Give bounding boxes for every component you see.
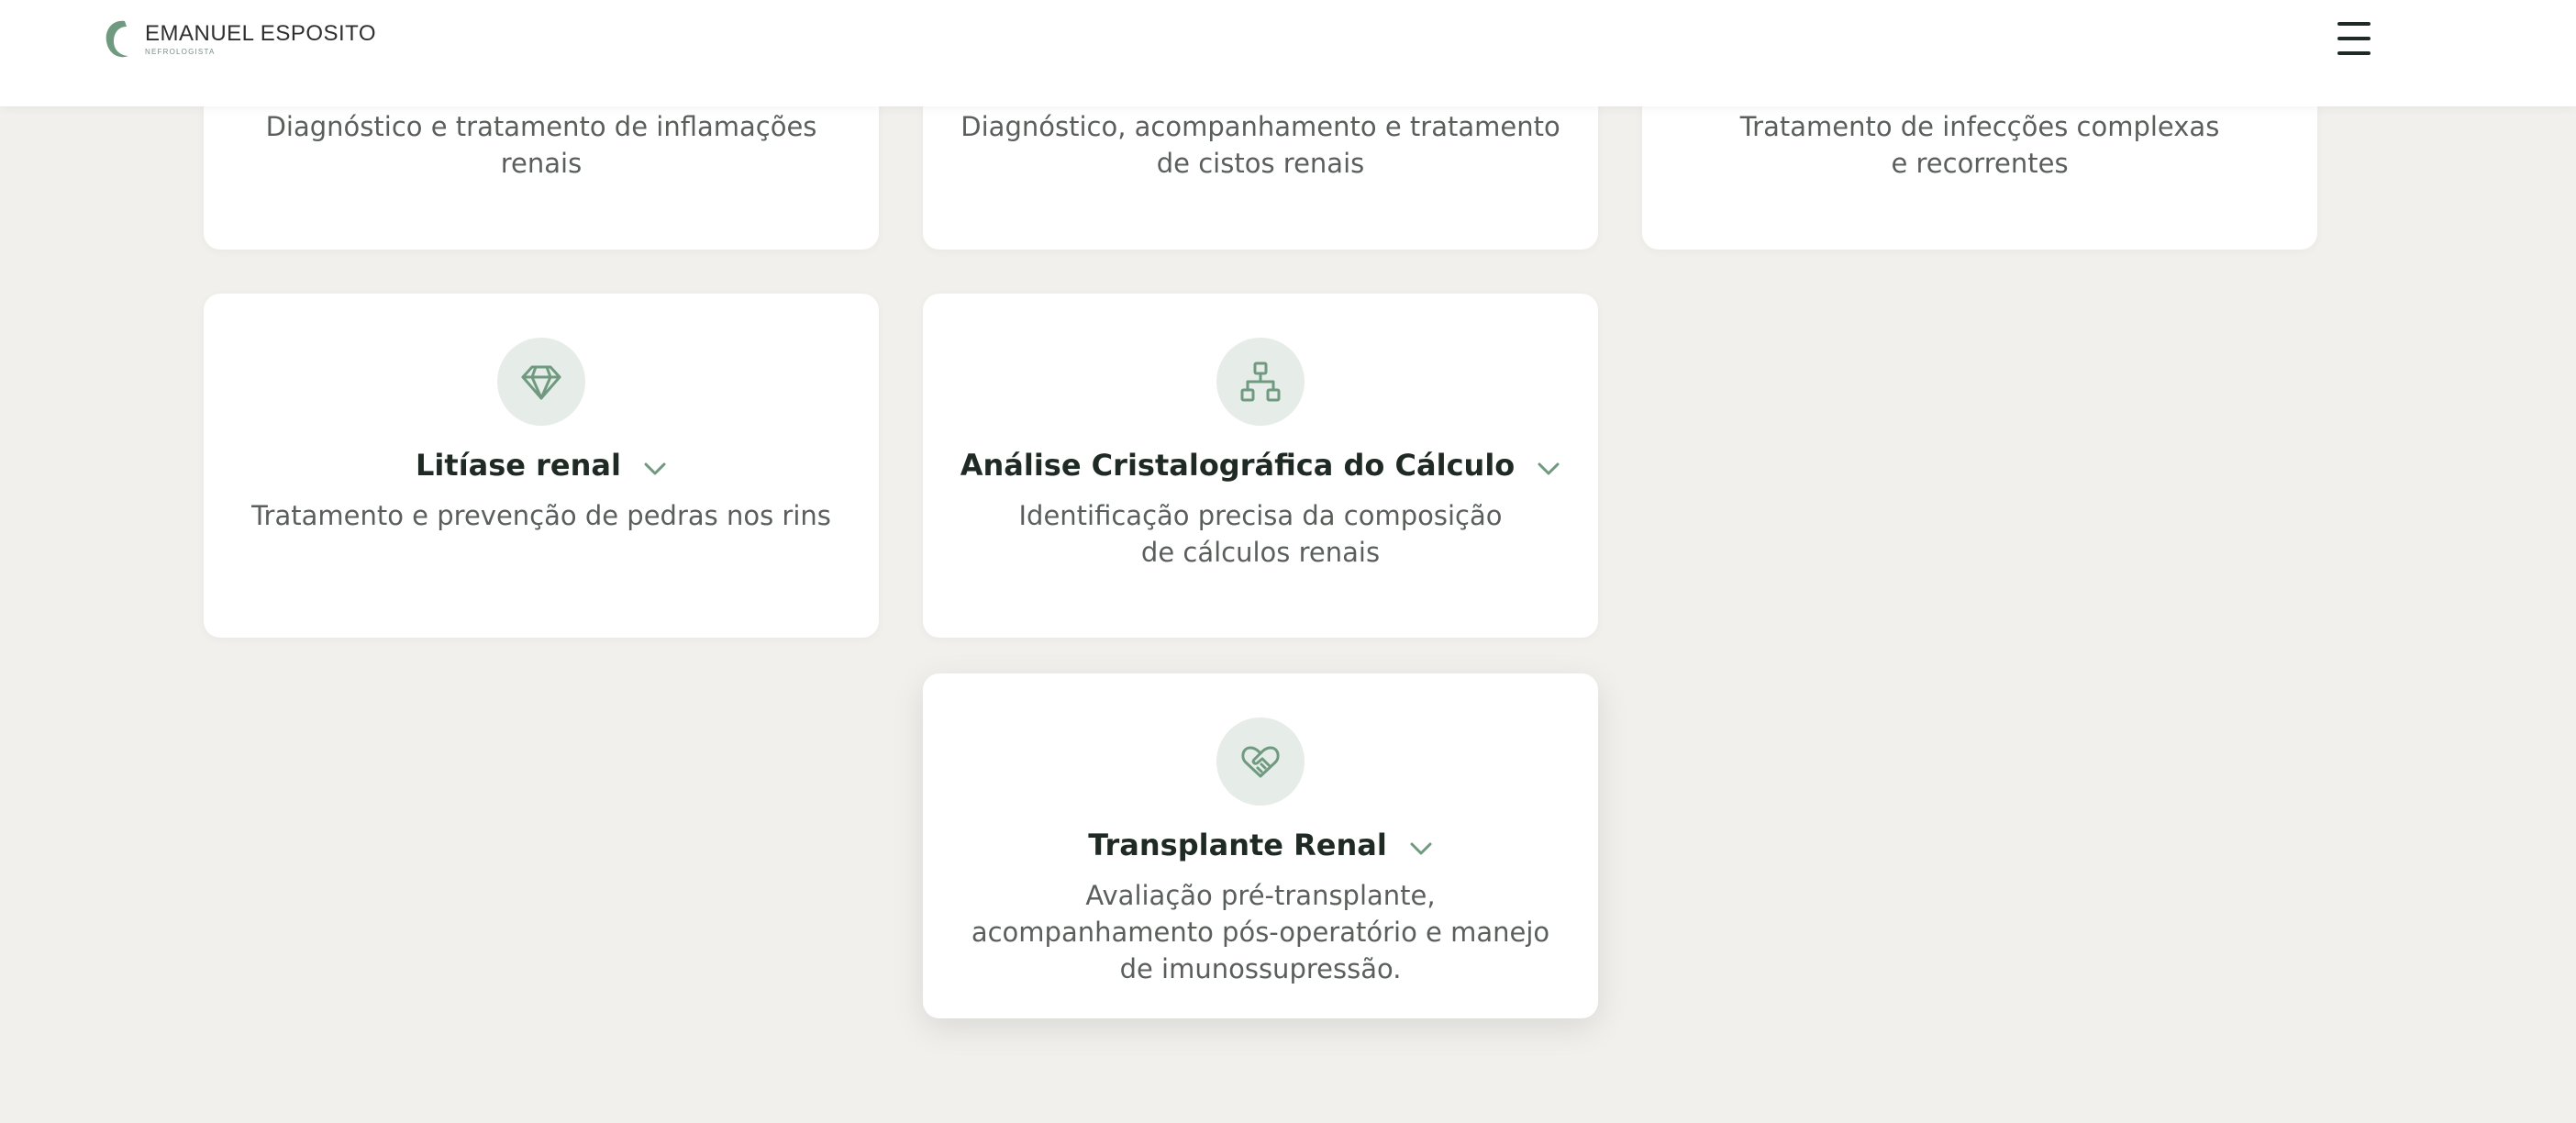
- card-description: Tratamento de infecções complexas e reco…: [1739, 111, 2220, 179]
- card-title-row[interactable]: Análise Cristalográfica do Cálculo: [923, 448, 1598, 483]
- icon-circle: [497, 338, 585, 426]
- heart-handshake-icon: [1241, 746, 1280, 778]
- icon-circle: [1216, 338, 1305, 426]
- site-header: EMANUEL ESPOSITO NEFROLOGISTA: [0, 0, 2576, 106]
- chevron-down-icon[interactable]: [643, 461, 667, 476]
- card-title: Transplante Renal: [1088, 828, 1387, 862]
- service-card-transplante[interactable]: Transplante Renal Avaliação pré-transpla…: [923, 673, 1598, 1018]
- card-title: Litíase renal: [416, 448, 621, 483]
- card-title-row[interactable]: Litíase renal: [204, 448, 879, 483]
- card-description: Identificação precisa da composição de c…: [1018, 500, 1503, 568]
- card-description: Diagnóstico, acompanhamento e tratamento…: [960, 111, 1560, 179]
- hamburger-menu-icon[interactable]: [2334, 20, 2374, 57]
- card-title-row[interactable]: Transplante Renal: [923, 828, 1598, 862]
- logo-text: EMANUEL ESPOSITO NEFROLOGISTA: [145, 22, 376, 57]
- service-card-analise[interactable]: Análise Cristalográfica do Cálculo Ident…: [923, 294, 1598, 638]
- card-description: Avaliação pré-transplante, acompanhament…: [971, 880, 1550, 984]
- logo-mark-icon: [105, 20, 131, 58]
- card-description: Diagnóstico e tratamento de inflamações …: [265, 111, 817, 179]
- icon-circle: [1216, 717, 1305, 806]
- logo-name: EMANUEL ESPOSITO: [145, 21, 377, 46]
- logo-subtitle: NEFROLOGISTA: [145, 48, 216, 56]
- service-card-litiase[interactable]: Litíase renal Tratamento e prevenção de …: [204, 294, 879, 638]
- network-hierarchy-icon: [1240, 361, 1281, 402]
- logo[interactable]: EMANUEL ESPOSITO NEFROLOGISTA: [103, 17, 376, 62]
- card-description: Tratamento e prevenção de pedras nos rin…: [251, 500, 831, 531]
- gem-icon: [521, 365, 561, 400]
- chevron-down-icon[interactable]: [1537, 461, 1560, 476]
- card-title: Análise Cristalográfica do Cálculo: [960, 448, 1516, 483]
- chevron-down-icon[interactable]: [1409, 841, 1433, 856]
